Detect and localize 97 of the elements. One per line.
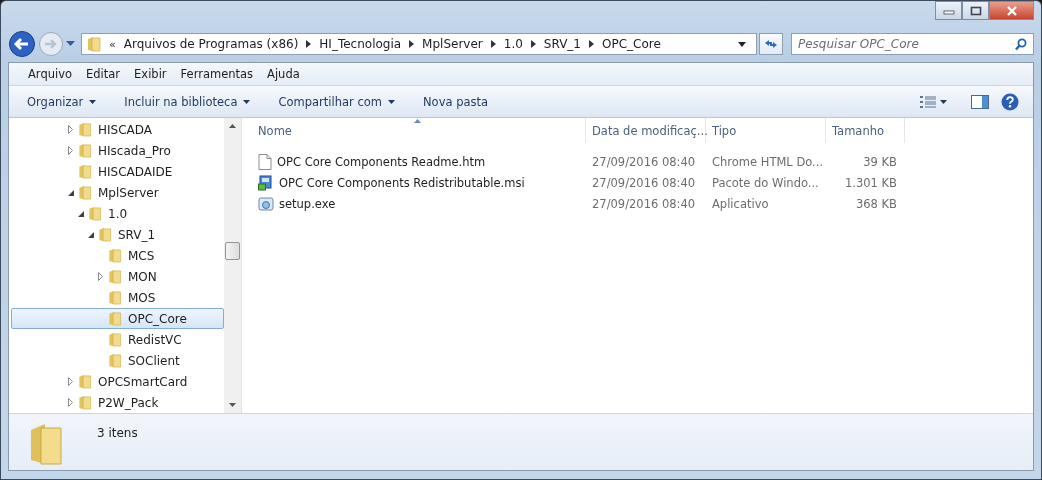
breadcrumb[interactable]: SRV_1 (543, 37, 581, 51)
folder-icon (87, 36, 101, 52)
menu-item[interactable]: Ferramentas (173, 67, 261, 81)
expand-arrow-icon[interactable] (68, 377, 73, 386)
folder-icon (108, 311, 122, 326)
column-header[interactable]: Tamanho (826, 118, 905, 143)
recent-pages-caret-icon[interactable] (66, 41, 75, 47)
breadcrumb[interactable]: 1.0 (503, 37, 523, 51)
scroll-down-icon[interactable] (229, 403, 236, 407)
breadcrumb-arrow-icon[interactable] (306, 40, 312, 48)
file-type: Pacote do Windo... (712, 175, 819, 190)
installer-icon (258, 174, 274, 191)
tree-item[interactable]: OPC_Core (11, 308, 224, 329)
file-size: 1.301 KB (845, 175, 897, 190)
folder-icon (108, 332, 122, 347)
modified-date: 27/09/2016 08:40 (592, 175, 696, 190)
tree-item[interactable]: RedistVC (11, 329, 224, 350)
sort-arrow-icon (414, 119, 421, 123)
file-type: Aplicativo (712, 196, 769, 211)
folder-icon (78, 164, 92, 179)
view-options-icon[interactable] (920, 95, 936, 108)
tree-item[interactable]: MplServer (11, 182, 224, 203)
file-size: 368 KB (855, 196, 897, 211)
view-caret-icon[interactable] (940, 99, 947, 104)
expand-arrow-icon[interactable] (68, 125, 73, 134)
address-bar[interactable]: « Arquivos de Programas (x86) HI_Tecnologia MplServer 1.0 SRV_1 OPC_Core (81, 33, 757, 55)
folder-icon (108, 248, 122, 263)
menu-item[interactable]: Ajuda (260, 67, 307, 81)
folder-icon (108, 353, 122, 368)
folder-icon (98, 227, 112, 242)
breadcrumb-arrow-icon[interactable] (530, 40, 536, 48)
tree-item[interactable]: MOS (11, 287, 224, 308)
toolbar-button[interactable]: Compartilhar com (270, 90, 403, 113)
collapse-arrow-icon[interactable] (88, 231, 94, 238)
expand-arrow-icon[interactable] (68, 146, 73, 155)
tree-item[interactable]: 1.0 (11, 203, 224, 224)
close-icon (1004, 5, 1019, 16)
expand-arrow-icon[interactable] (68, 398, 73, 407)
breadcrumb-arrow-icon[interactable] (409, 40, 415, 48)
file-type: Chrome HTML Do... (712, 154, 824, 169)
folder-icon (78, 143, 92, 158)
tree-item[interactable]: SOClient (11, 350, 224, 371)
breadcrumb-arrow-icon[interactable] (589, 40, 594, 48)
breadcrumb[interactable]: OPC_Core (602, 37, 661, 51)
tree-item[interactable]: HIscada_Pro (11, 140, 224, 161)
breadcrumb[interactable]: Arquivos de Programas (x86) (123, 37, 299, 51)
expand-arrow-icon[interactable] (98, 272, 103, 281)
overflow-chevron[interactable]: « (109, 37, 116, 51)
tree-item[interactable]: HISCADAIDE (11, 161, 224, 182)
tree-item[interactable]: HISCADA (11, 119, 224, 140)
breadcrumb[interactable]: HI_Tecnologia (319, 37, 402, 51)
collapse-arrow-icon[interactable] (78, 210, 84, 217)
refresh-button[interactable] (759, 33, 783, 55)
tree-item[interactable]: OPCSmartCard (11, 371, 224, 392)
modified-date: 27/09/2016 08:40 (592, 154, 696, 169)
folder-icon (88, 206, 102, 221)
maximize-button[interactable] (962, 1, 989, 20)
refresh-icon (764, 38, 778, 50)
breadcrumb-arrow-icon[interactable] (490, 40, 496, 48)
folder-icon (78, 122, 92, 137)
column-header[interactable]: Data de modificaç... (586, 118, 706, 143)
column-header[interactable]: Tipo (706, 118, 826, 143)
breadcrumb[interactable]: MplServer (422, 37, 483, 51)
file-name[interactable]: OPC Core Components Readme.htm (277, 154, 486, 169)
document-icon (258, 153, 272, 170)
maximize-icon (969, 5, 982, 16)
scrollbar-thumb[interactable] (225, 241, 240, 260)
collapse-arrow-icon[interactable] (68, 189, 74, 196)
toolbar-button[interactable]: Incluir na biblioteca (116, 90, 259, 113)
item-count: 3 itens (97, 426, 138, 440)
tree-item[interactable]: P2W_Pack (11, 392, 224, 413)
tree-item[interactable]: SRV_1 (11, 224, 224, 245)
toolbar-button[interactable]: Organizar (19, 90, 105, 113)
file-name[interactable]: setup.exe (279, 196, 336, 211)
scroll-up-icon[interactable] (229, 124, 236, 128)
modified-date: 27/09/2016 08:40 (592, 196, 696, 211)
folder-icon (78, 395, 92, 410)
menu-item[interactable]: Exibir (127, 67, 174, 81)
application-icon (258, 195, 274, 212)
folder-icon (108, 269, 122, 284)
help-icon[interactable] (1001, 92, 1019, 111)
folder-icon (78, 185, 92, 200)
search-icon[interactable] (1015, 38, 1027, 51)
tree-item[interactable]: MCS (11, 245, 224, 266)
close-button[interactable] (989, 1, 1034, 20)
toolbar-button[interactable]: Nova pasta (415, 90, 497, 113)
search-field[interactable]: Pesquisar OPC_Core (791, 33, 1034, 55)
file-size: 39 KB (863, 154, 897, 169)
dropdown-caret-icon[interactable] (738, 41, 746, 47)
preview-pane-icon[interactable] (971, 94, 989, 109)
tree-item[interactable]: MON (11, 266, 224, 287)
menu-item[interactable]: Editar (79, 67, 128, 81)
file-name[interactable]: OPC Core Components Redistributable.msi (279, 175, 525, 190)
folder-icon (108, 290, 122, 305)
folder-icon (78, 374, 92, 389)
menu-item[interactable]: Arquivo (21, 67, 80, 81)
back-button[interactable] (8, 30, 36, 58)
